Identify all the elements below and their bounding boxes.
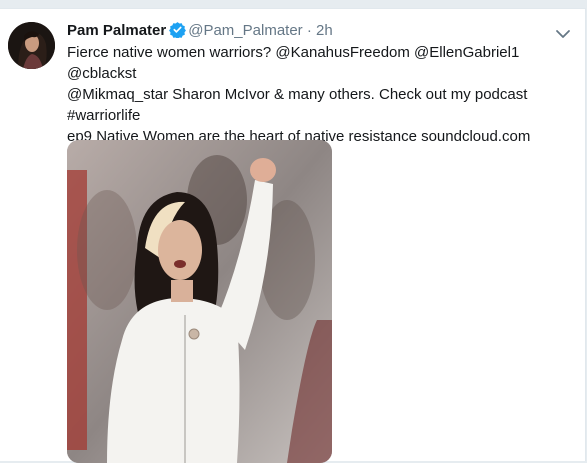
- header-separator: ·: [306, 22, 312, 39]
- author-handle[interactable]: @Pam_Palmater: [188, 22, 302, 39]
- timestamp-link[interactable]: 2h: [316, 22, 333, 39]
- verified-badge-icon: [169, 21, 187, 44]
- tweet-photo[interactable]: [67, 140, 332, 463]
- tweet-text-line: @Mikmaq_star Sharon McIvor & many others…: [67, 86, 528, 124]
- tweet-text-line: Fierce native women warriors? @KanahusFr…: [67, 44, 520, 82]
- avatar[interactable]: [8, 22, 55, 69]
- tweet-card[interactable]: Pam Palmater @Pam_Palmater · 2h Fierce na…: [0, 8, 586, 463]
- chevron-down-icon[interactable]: [554, 27, 572, 41]
- tweet-header: Pam Palmater @Pam_Palmater · 2h: [67, 21, 333, 44]
- author-name[interactable]: Pam Palmater: [67, 22, 166, 39]
